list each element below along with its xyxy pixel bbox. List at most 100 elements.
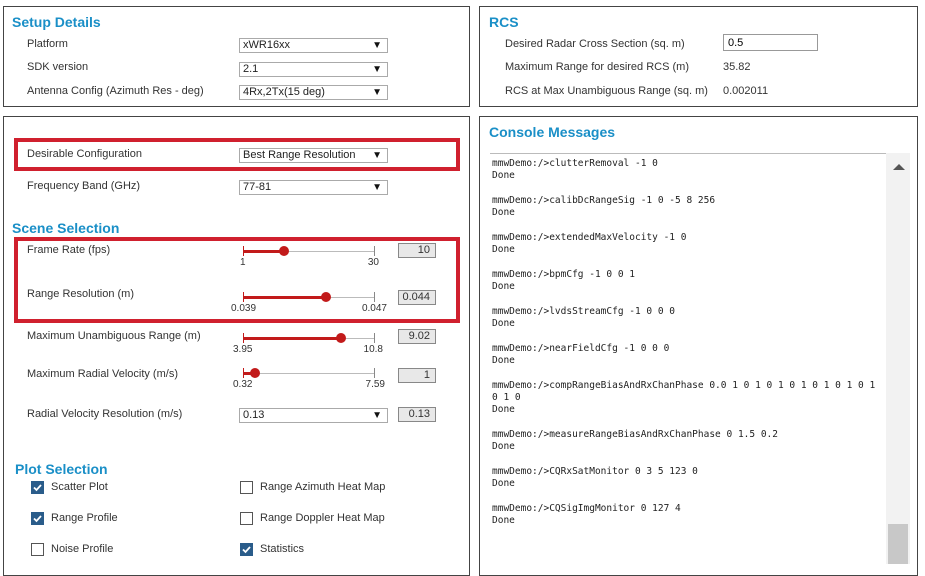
sdk-version-label: SDK version xyxy=(27,61,89,73)
frame-rate-label: Frame Rate (fps) xyxy=(27,244,111,256)
frame-rate-slider[interactable]: 1 30 xyxy=(240,246,379,268)
max-velocity-value[interactable]: 1 xyxy=(398,368,436,383)
console-command: mmwDemo:/>lvdsStreamCfg -1 0 0 0 xyxy=(492,306,676,317)
slider-thumb[interactable] xyxy=(278,246,289,256)
desirable-config-value: Best Range Resolution xyxy=(243,149,356,161)
rcs-max-range-label: RCS at Max Unambiguous Range (sq. m) xyxy=(505,85,708,97)
console-command: mmwDemo:/>calibDcRangeSig -1 0 -5 8 256 xyxy=(492,195,716,206)
max-range-min: 3.95 xyxy=(233,344,253,355)
range-doppler-heatmap-label: Range Doppler Heat Map xyxy=(260,512,385,524)
frequency-band-select[interactable]: 77-81 ▼ xyxy=(239,180,388,195)
console-title: Console Messages xyxy=(489,124,616,140)
max-velocity-label: Maximum Radial Velocity (m/s) xyxy=(27,368,178,380)
frame-rate-value[interactable]: 10 xyxy=(398,243,436,258)
slider-min-tick xyxy=(243,333,244,343)
console-command: mmwDemo:/>bpmCfg -1 0 0 1 xyxy=(492,269,635,280)
antenna-config-value: 4Rx,2Tx(15 deg) xyxy=(243,86,325,98)
desired-rcs-label: Desired Radar Cross Section (sq. m) xyxy=(505,38,685,50)
slider-min-tick xyxy=(243,292,244,302)
slider-max-tick xyxy=(374,246,375,256)
console-entry: mmwDemo:/>CQRxSatMonitor 0 3 5 123 0 Done xyxy=(490,466,886,490)
scatter-plot-checkbox[interactable] xyxy=(31,481,44,494)
chevron-down-icon: ▼ xyxy=(372,150,382,161)
range-profile-checkbox[interactable] xyxy=(31,512,44,525)
velocity-resolution-select-value: 0.13 xyxy=(243,409,265,421)
platform-value: xWR16xx xyxy=(243,39,291,51)
console-result: Done xyxy=(492,244,515,255)
max-range-slider[interactable]: 3.95 10.8 xyxy=(233,333,383,355)
plot-selection-title: Plot Selection xyxy=(15,461,108,477)
console-entry: mmwDemo:/>calibDcRangeSig -1 0 -5 8 256 D… xyxy=(490,195,886,219)
antenna-config-select[interactable]: 4Rx,2Tx(15 deg) ▼ xyxy=(239,85,388,100)
range-profile-label: Range Profile xyxy=(51,512,118,524)
setup-details-title: Setup Details xyxy=(12,14,101,30)
console-entry: mmwDemo:/>measureRangeBiasAndRxChanPhase… xyxy=(490,429,886,453)
checkmark-icon xyxy=(33,484,42,492)
statistics-label: Statistics xyxy=(260,543,305,555)
noise-profile-label: Noise Profile xyxy=(51,543,114,555)
range-doppler-heatmap-checkbox[interactable] xyxy=(240,512,253,525)
chevron-down-icon: ▼ xyxy=(372,87,382,98)
console-result: Done xyxy=(492,441,515,452)
sdk-version-select[interactable]: 2.1 ▼ xyxy=(239,62,388,77)
console-result: Done xyxy=(492,170,515,181)
slider-fill xyxy=(243,296,326,299)
max-velocity-slider[interactable]: 0.32 7.59 xyxy=(233,368,385,390)
velocity-resolution-value[interactable]: 0.13 xyxy=(398,407,436,422)
velocity-resolution-select[interactable]: 0.13 ▼ xyxy=(239,408,388,423)
frequency-band-value: 77-81 xyxy=(243,181,272,193)
console-command: mmwDemo:/>clutterRemoval -1 0 xyxy=(492,158,658,169)
antenna-config-label: Antenna Config (Azimuth Res - deg) xyxy=(27,85,204,97)
chevron-down-icon: ▼ xyxy=(372,410,382,421)
console-entry: mmwDemo:/>compRangeBiasAndRxChanPhase 0.… xyxy=(490,380,886,416)
slider-fill xyxy=(243,337,341,340)
range-resolution-slider[interactable]: 0.039 0.047 xyxy=(231,292,387,314)
scrollbar-thumb[interactable] xyxy=(888,524,908,564)
desirable-config-select[interactable]: Best Range Resolution ▼ xyxy=(239,148,388,163)
scene-selection-title: Scene Selection xyxy=(12,220,120,236)
slider-min-tick xyxy=(243,368,244,378)
range-resolution-value[interactable]: 0.044 xyxy=(398,290,436,305)
console-entry: mmwDemo:/>bpmCfg -1 0 0 1 Done xyxy=(490,269,886,293)
range-azimuth-heatmap-checkbox[interactable] xyxy=(240,481,253,494)
console-scrollbar[interactable] xyxy=(886,153,910,564)
console-result: Done xyxy=(492,207,515,218)
noise-profile-checkbox[interactable] xyxy=(31,543,44,556)
slider-max-tick xyxy=(374,368,375,378)
velocity-resolution-label: Radial Velocity Resolution (m/s) xyxy=(27,408,183,420)
range-resolution-min: 0.039 xyxy=(231,303,257,314)
scroll-up-icon[interactable] xyxy=(893,164,905,170)
console-entry: mmwDemo:/>nearFieldCfg -1 0 0 0 Done xyxy=(490,343,886,367)
console-command: mmwDemo:/>extendedMaxVelocity -1 0 xyxy=(492,232,687,243)
console-result: Done xyxy=(492,355,515,366)
console-command: mmwDemo:/>nearFieldCfg -1 0 0 0 xyxy=(492,343,670,354)
sdk-version-value: 2.1 xyxy=(243,63,259,75)
console-command: mmwDemo:/>CQRxSatMonitor 0 3 5 123 0 xyxy=(492,466,698,477)
statistics-checkbox[interactable] xyxy=(240,543,253,556)
max-range-rcs-value: 35.82 xyxy=(723,61,751,73)
slider-fill xyxy=(243,250,284,253)
range-resolution-label: Range Resolution (m) xyxy=(27,288,134,300)
desired-rcs-input[interactable] xyxy=(723,34,818,51)
console-entry: mmwDemo:/>clutterRemoval -1 0 Done xyxy=(490,158,886,182)
max-range-value[interactable]: 9.02 xyxy=(398,329,436,344)
slider-thumb[interactable] xyxy=(335,333,346,343)
range-azimuth-heatmap-label: Range Azimuth Heat Map xyxy=(260,481,386,493)
max-range-label: Maximum Unambiguous Range (m) xyxy=(27,330,201,342)
desirable-config-label: Desirable Configuration xyxy=(27,148,142,160)
scatter-plot-label: Scatter Plot xyxy=(51,481,108,493)
slider-thumb[interactable] xyxy=(249,368,260,378)
chevron-down-icon: ▼ xyxy=(372,40,382,51)
console-entry: mmwDemo:/>CQSigImgMonitor 0 127 4 Done xyxy=(490,503,886,527)
console-log[interactable]: mmwDemo:/>clutterRemoval -1 0 Done mmwDemo… xyxy=(490,153,886,565)
slider-thumb[interactable] xyxy=(320,292,331,302)
console-result: Done xyxy=(492,478,515,489)
platform-select[interactable]: xWR16xx ▼ xyxy=(239,38,388,53)
platform-label: Platform xyxy=(27,38,68,50)
range-resolution-max: 0.047 xyxy=(361,303,387,314)
slider-track xyxy=(243,373,375,374)
checkmark-icon xyxy=(242,546,251,554)
console-result: Done xyxy=(492,318,515,329)
chevron-down-icon: ▼ xyxy=(372,64,382,75)
checkmark-icon xyxy=(33,515,42,523)
